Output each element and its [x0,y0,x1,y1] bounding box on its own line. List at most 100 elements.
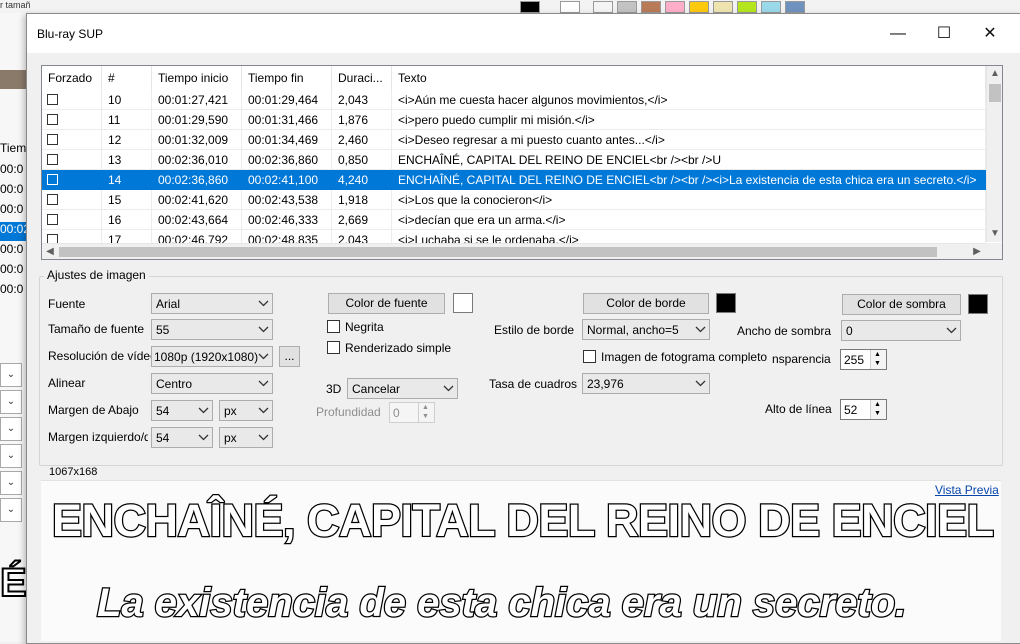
background-dropdown[interactable]: ⌄ [0,498,22,522]
vertical-scrollbar[interactable]: ▲ ▼ [986,66,1002,242]
subtitle-table[interactable]: Forzado # Tiempo inicio Tiempo fin Durac… [41,65,1003,260]
forced-checkbox[interactable] [47,94,58,105]
font-size-dropdown[interactable]: 55 [151,319,273,340]
palette-swatch[interactable] [737,1,757,13]
border-style-value: Normal, ancho=5 [587,323,679,337]
horizontal-scroll-thumb[interactable] [59,247,937,257]
background-dropdown[interactable]: ⌄ [0,363,22,387]
table-row[interactable]: 12 00:01:32,009 00:01:34,469 2,460 <i>Deseo … [42,130,986,150]
horizontal-scrollbar[interactable]: ◀ ▶ [42,243,986,259]
forced-cell[interactable] [42,210,102,230]
stepper-up-icon[interactable]: ▲ [422,404,429,412]
vertical-scroll-thumb[interactable] [989,84,1001,102]
stepper-up-icon[interactable]: ▲ [874,351,881,359]
background-dropdown[interactable]: ⌄ [0,471,22,495]
forced-checkbox[interactable] [47,174,58,185]
forced-checkbox[interactable] [47,134,58,145]
forced-cell[interactable] [42,190,102,210]
table-row[interactable]: 11 00:01:29,590 00:01:31,466 1,876 <i>pero p… [42,110,986,130]
forced-cell[interactable] [42,130,102,150]
stepper-up-icon[interactable]: ▲ [874,401,881,409]
maximize-button[interactable]: ☐ [921,14,967,53]
palette-swatch[interactable] [520,1,540,13]
forced-cell[interactable] [42,110,102,130]
bold-checkbox[interactable] [327,320,340,333]
table-row[interactable]: 10 00:01:27,421 00:01:29,464 2,043 <i>Aún me… [42,90,986,110]
bottom-margin-unit-dropdown[interactable]: px [219,400,273,421]
palette-swatch[interactable] [761,1,781,13]
full-frame-checkbox[interactable] [583,350,596,363]
transparency-label: nsparencia [772,352,831,366]
scroll-right-icon[interactable]: ▶ [969,244,985,259]
forced-cell[interactable] [42,90,102,110]
align-dropdown[interactable]: Centro [151,373,273,394]
video-resolution-dropdown[interactable]: 1080p (1920x1080) [151,346,273,367]
palette-swatch[interactable] [560,1,580,13]
border-style-dropdown[interactable]: Normal, ancho=5 [582,319,710,340]
minimize-icon: — [890,25,906,42]
palette-swatch[interactable] [593,1,613,13]
table-row[interactable]: 15 00:02:41,620 00:02:43,538 1,918 <i>Los qu… [42,190,986,210]
column-header-forced[interactable]: Forzado [42,66,102,90]
palette-swatch[interactable] [689,1,709,13]
border-color-button[interactable]: Color de borde [583,293,709,314]
start-time-cell: 00:01:32,009 [152,130,242,150]
scroll-up-icon[interactable]: ▲ [987,66,1002,82]
forced-cell[interactable] [42,150,102,170]
left-margin-unit-dropdown[interactable]: px [219,427,273,448]
forced-cell[interactable] [42,170,102,190]
forced-checkbox[interactable] [47,214,58,225]
stepper-arrows[interactable]: ▲ ▼ [870,400,886,419]
preview-size-label: 1067x168 [49,466,98,478]
font-dropdown[interactable]: Arial [151,293,273,314]
scroll-down-icon[interactable]: ▼ [987,226,1002,242]
blu-ray-sup-dialog: Blu-ray SUP — ☐ ✕ Forzado # Tiempo inici… [26,13,1020,644]
column-header-start-time[interactable]: Tiempo inicio [152,66,242,90]
font-color-swatch[interactable] [453,293,473,313]
background-dropdown[interactable]: ⌄ [0,390,22,414]
minimize-button[interactable]: — [875,14,921,53]
transparency-stepper[interactable]: 255 ▲ ▼ [840,349,887,370]
border-color-swatch[interactable] [716,293,736,313]
forced-checkbox[interactable] [47,154,58,165]
stepper-arrows[interactable]: ▲ ▼ [870,350,886,369]
left-margin-dropdown[interactable]: 54 [151,427,213,448]
shadow-width-dropdown[interactable]: 0 [841,320,961,341]
simple-render-checkbox[interactable] [327,341,340,354]
depth-stepper[interactable]: 0 ▲ ▼ [389,402,435,423]
stepper-arrows[interactable]: ▲ ▼ [418,403,434,422]
forced-checkbox[interactable] [47,114,58,125]
table-row[interactable]: 16 00:02:43,664 00:02:46,333 2,669 <i>decían… [42,210,986,230]
duration-cell: 2,669 [332,210,392,230]
background-dropdown[interactable]: ⌄ [0,417,22,441]
number-cell: 15 [102,190,152,210]
palette-swatch[interactable] [641,1,661,13]
line-height-stepper[interactable]: 52 ▲ ▼ [840,399,887,420]
table-row[interactable]: 14 00:02:36,860 00:02:41,100 4,240 ENCHAÎNÉ,… [42,170,986,190]
palette-swatch[interactable] [665,1,685,13]
close-button[interactable]: ✕ [967,14,1013,53]
video-resolution-more-button[interactable]: ... [279,346,300,367]
palette-swatch[interactable] [785,1,805,13]
column-header-number[interactable]: # [102,66,152,90]
bottom-margin-dropdown[interactable]: 54 [151,400,213,421]
background-dropdown[interactable]: ⌄ [0,444,22,468]
window-title: Blu-ray SUP [37,27,104,41]
column-header-end-time[interactable]: Tiempo fin [242,66,332,90]
shadow-color-button[interactable]: Color de sombra [842,294,961,315]
stepper-down-icon[interactable]: ▼ [874,360,881,368]
table-row[interactable]: 13 00:02:36,010 00:02:36,860 0,850 ENCHAÎNÉ,… [42,150,986,170]
palette-swatch[interactable] [713,1,733,13]
stepper-down-icon[interactable]: ▼ [422,413,429,421]
column-header-text[interactable]: Texto [392,66,986,90]
stepper-down-icon[interactable]: ▼ [874,410,881,418]
shadow-color-swatch[interactable] [968,294,988,314]
column-header-duration[interactable]: Duraci... [332,66,392,90]
font-color-button[interactable]: Color de fuente [328,293,445,314]
three-d-dropdown[interactable]: Cancelar [347,378,458,399]
forced-checkbox[interactable] [47,194,58,205]
palette-swatch[interactable] [617,1,637,13]
frame-rate-dropdown[interactable]: 23,976 [582,373,710,394]
title-bar[interactable]: Blu-ray SUP — ☐ ✕ [27,14,1020,53]
scroll-left-icon[interactable]: ◀ [42,244,58,259]
